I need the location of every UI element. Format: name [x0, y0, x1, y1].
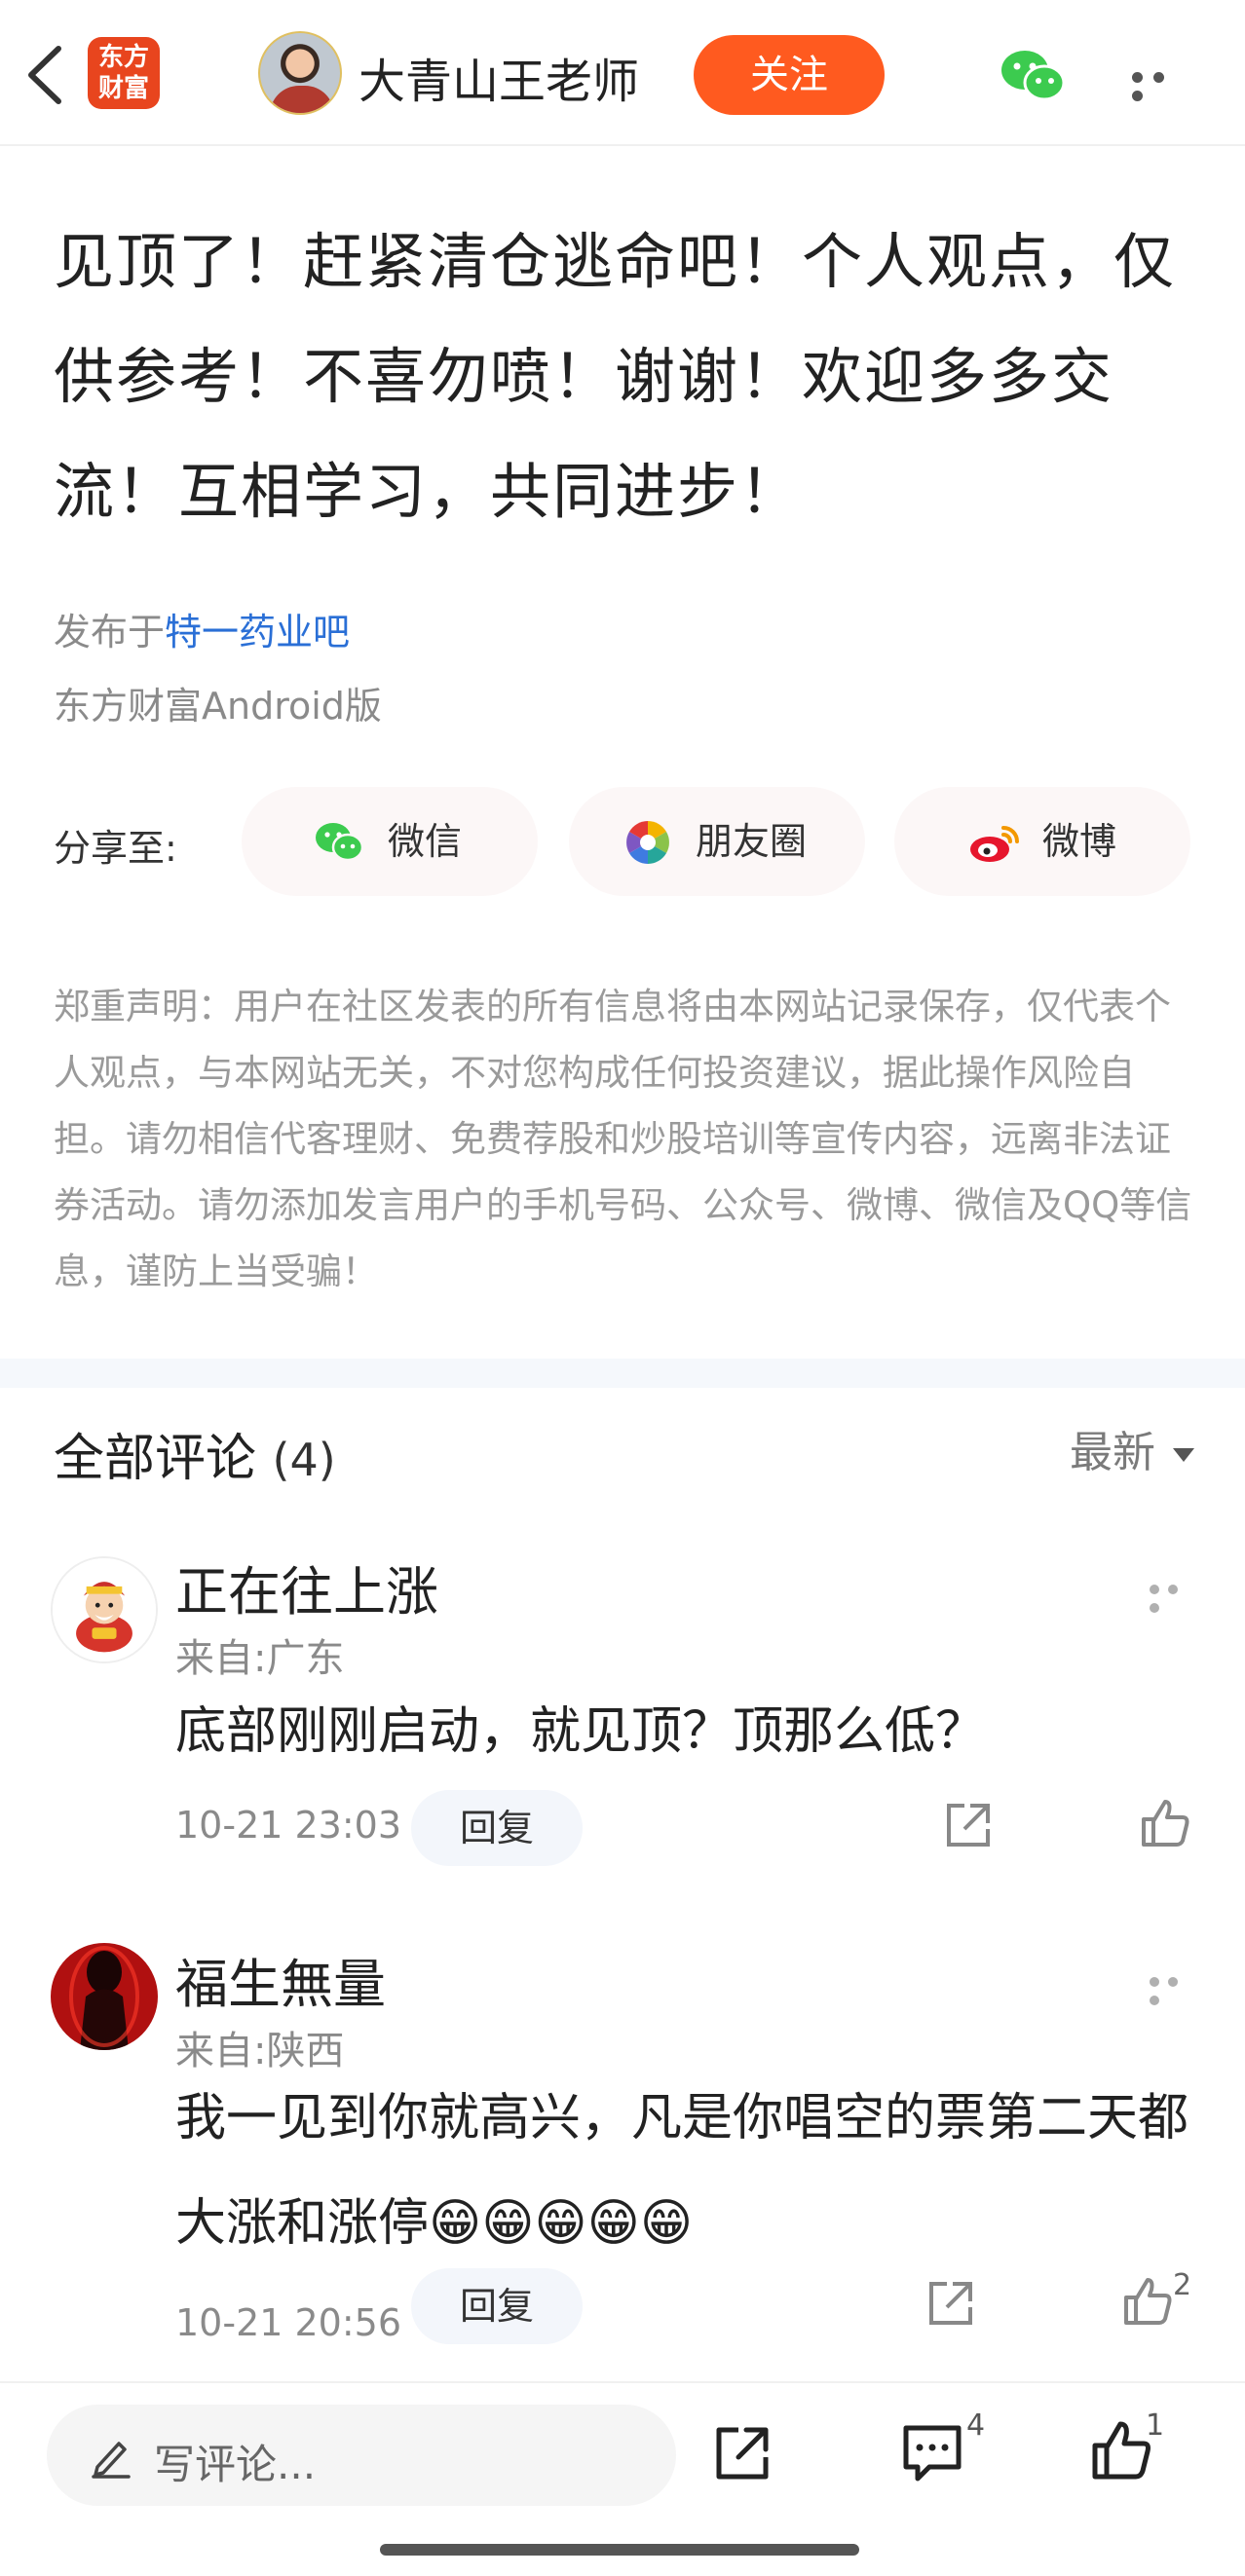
follow-button[interactable]: 关注	[694, 35, 885, 115]
home-indicator	[380, 2544, 859, 2556]
more-options-icon[interactable]	[1132, 68, 1194, 101]
commenter-name[interactable]: 福生無量	[175, 1941, 386, 2018]
comment-count: 4	[966, 2408, 986, 2443]
share-weibo-button[interactable]: 微博	[894, 787, 1190, 896]
wechat-icon	[316, 823, 364, 862]
commenter-location: 来自:广东	[175, 1636, 345, 1681]
caret-down-icon	[1173, 1448, 1194, 1462]
disclaimer: 郑重声明：用户在社区发表的所有信息将由本网站记录保存，仅代表个人观点，与本网站无…	[54, 986, 1192, 1292]
commenter-name[interactable]: 正在往上涨	[175, 1549, 438, 1625]
commenter-avatar[interactable]	[51, 1556, 158, 1663]
comment-icon[interactable]	[900, 2422, 964, 2484]
author-avatar[interactable]	[258, 31, 342, 115]
share-icon[interactable]	[711, 2422, 773, 2484]
share-label: 分享至:	[54, 827, 177, 870]
share-moments-label: 朋友圈	[696, 820, 808, 863]
comments-count: (4)	[272, 1434, 336, 1486]
comment-text: 底部刚刚启动，就见顶？顶那么低？	[175, 1702, 987, 1761]
share-wechat-button[interactable]: 微信	[242, 787, 538, 896]
reply-button[interactable]: 回复	[411, 2268, 583, 2344]
comment-placeholder: 写评论...	[154, 2441, 317, 2488]
comments-title: 全部评论 (4)	[54, 1417, 336, 1490]
comment-text: 我一见到你就高兴，凡是你唱空的票第二天都大涨和涨停😁😁😁😁😁	[175, 2089, 1189, 2253]
back-arrow-icon[interactable]	[21, 41, 70, 109]
share-icon[interactable]	[925, 2278, 976, 2329]
reply-button[interactable]: 回复	[411, 1790, 583, 1866]
wechat-share-icon[interactable]	[999, 47, 1067, 105]
author-name[interactable]: 大青山王老师	[358, 43, 639, 111]
comment-input[interactable]: 写评论...	[47, 2405, 676, 2506]
comment-more-icon[interactable]	[1150, 1972, 1204, 2005]
published-prefix: 发布于	[54, 611, 166, 653]
share-wechat-label: 微信	[388, 820, 463, 863]
comment-time: 10-21 20:56	[175, 2301, 402, 2344]
forum-link[interactable]: 特一药业吧	[165, 611, 350, 653]
like-icon[interactable]	[1089, 2418, 1153, 2483]
share-icon[interactable]	[943, 1800, 994, 1850]
weibo-icon	[970, 826, 1019, 862]
pencil-icon	[92, 2442, 131, 2479]
share-weibo-label: 微博	[1042, 820, 1117, 863]
section-divider	[0, 1359, 1245, 1388]
moments-icon	[626, 821, 669, 864]
app-logo: 东方财富	[88, 37, 160, 109]
top-bar: 东方财富 大青山王老师 关注	[0, 0, 1245, 146]
like-count: 2	[1173, 2268, 1192, 2302]
like-count: 1	[1146, 2408, 1165, 2443]
like-icon[interactable]	[1138, 1796, 1192, 1850]
sort-dropdown[interactable]: 最新	[1070, 1417, 1194, 1479]
client-info: 东方财富Android版	[54, 685, 382, 728]
sort-label: 最新	[1070, 1428, 1155, 1477]
comment-time: 10-21 23:03	[175, 1804, 402, 1847]
comment-more-icon[interactable]	[1150, 1580, 1204, 1613]
commenter-avatar[interactable]	[51, 1943, 158, 2050]
published-in: 发布于特一药业吧	[54, 602, 350, 655]
share-moments-button[interactable]: 朋友圈	[569, 787, 865, 896]
like-icon[interactable]	[1120, 2274, 1175, 2329]
post-title: 见顶了！赶紧清仓逃命吧！个人观点，仅供参考！不喜勿喷！谢谢！欢迎多多交流！互相学…	[54, 226, 1177, 527]
comments-title-label: 全部评论	[54, 1430, 257, 1488]
